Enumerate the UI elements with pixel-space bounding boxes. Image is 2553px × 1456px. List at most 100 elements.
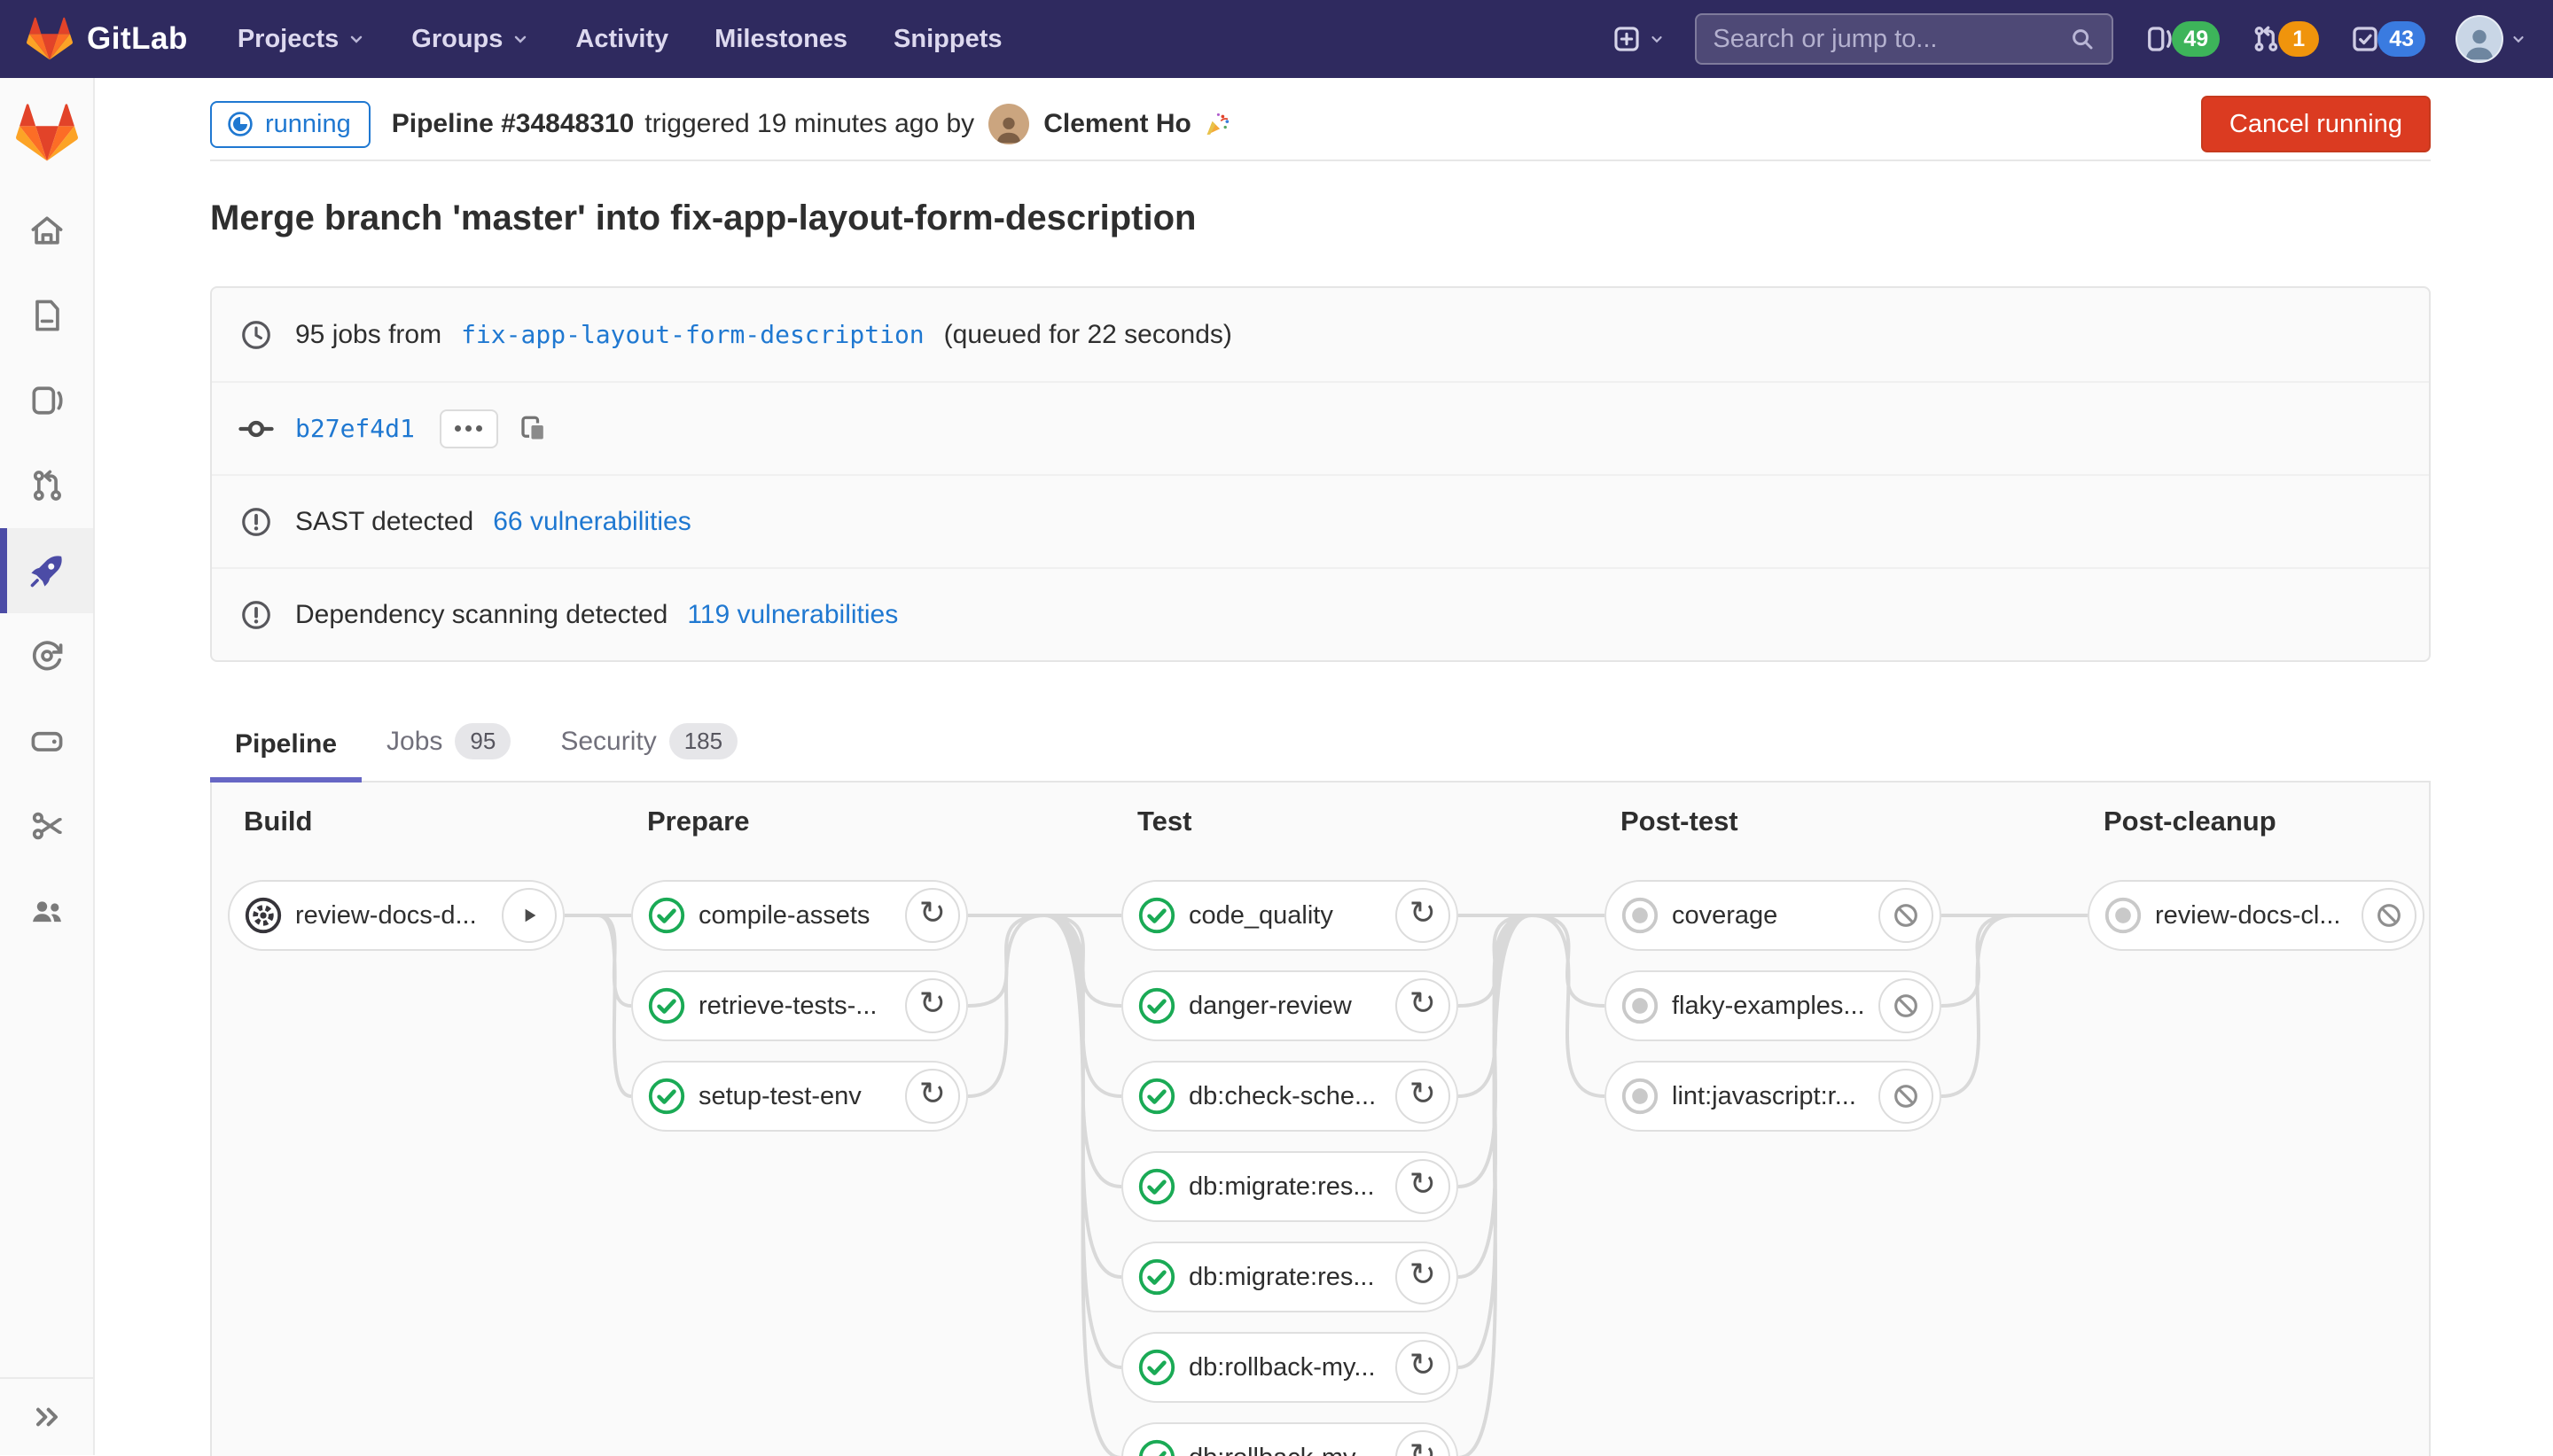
sidebar-item-snippets[interactable] xyxy=(0,783,93,868)
sidebar-item-merge-requests[interactable] xyxy=(0,443,93,528)
branch-link[interactable]: fix-app-layout-form-description xyxy=(461,320,925,349)
author-name[interactable]: Clement Ho xyxy=(1043,109,1191,139)
pipeline-job[interactable]: db:check-sche...↻ xyxy=(1121,1061,1458,1132)
pipeline-job[interactable]: compile-assets↻ xyxy=(631,880,968,951)
todo-check-icon xyxy=(2349,23,2381,55)
created-status-icon xyxy=(1620,895,1660,936)
sidebar-item-operations[interactable] xyxy=(0,613,93,698)
pipeline-job[interactable]: db:migrate:res...↻ xyxy=(1121,1242,1458,1312)
sast-vulnerabilities-link[interactable]: 66 vulnerabilities xyxy=(493,507,691,537)
pipeline-job[interactable]: lint:javascript:r... xyxy=(1604,1061,1941,1132)
page-title: Merge branch 'master' into fix-app-layou… xyxy=(210,199,2431,238)
cancel-icon xyxy=(2374,900,2404,930)
todos-counter[interactable]: 43 xyxy=(2349,21,2425,57)
tab-jobs[interactable]: Jobs 95 xyxy=(362,723,535,781)
retry-job-button[interactable]: ↻ xyxy=(1395,888,1450,943)
issues-counter[interactable]: 49 xyxy=(2143,21,2220,57)
author-avatar[interactable] xyxy=(988,104,1029,144)
pipeline-job[interactable]: db:rollback-my...↻ xyxy=(1121,1422,1458,1456)
pipeline-job[interactable]: danger-review↻ xyxy=(1121,970,1458,1041)
nav-item-activity[interactable]: Activity xyxy=(575,25,668,54)
sast-text: SAST detected xyxy=(295,507,473,537)
project-logo-icon xyxy=(16,102,78,164)
retry-job-button[interactable]: ↻ xyxy=(905,888,960,943)
pipeline-graph: Build review-docs-d... Prepare compile-asse… xyxy=(210,783,2431,1456)
job-name: review-docs-cl... xyxy=(2155,901,2350,930)
pipeline-job[interactable]: code_quality↻ xyxy=(1121,880,1458,951)
expand-commit-button[interactable] xyxy=(440,409,498,448)
retry-icon: ↻ xyxy=(1409,898,1436,930)
jobs-count-badge: 95 xyxy=(455,723,511,759)
pipeline-job[interactable]: setup-test-env↻ xyxy=(631,1061,968,1132)
nav-item-groups[interactable]: Groups xyxy=(411,25,529,54)
retry-job-button[interactable]: ↻ xyxy=(1395,978,1450,1033)
gitlab-brand[interactable]: GitLab xyxy=(27,16,188,62)
sidebar-item-registry[interactable] xyxy=(0,698,93,783)
retry-job-button[interactable]: ↻ xyxy=(1395,1069,1450,1124)
plus-square-icon xyxy=(1612,24,1642,54)
sidebar-item-ci-cd[interactable] xyxy=(0,528,93,613)
user-menu[interactable] xyxy=(2455,15,2526,63)
container-registry-icon xyxy=(27,721,66,760)
collapse-sidebar-button[interactable] xyxy=(0,1377,93,1455)
nav-item-projects[interactable]: Projects xyxy=(238,25,365,54)
pipeline-job[interactable]: db:rollback-my...↻ xyxy=(1121,1332,1458,1403)
manual-status-icon xyxy=(243,895,284,936)
tab-security[interactable]: Security 185 xyxy=(535,723,762,781)
retry-icon: ↻ xyxy=(919,898,946,930)
person-icon xyxy=(2460,22,2499,61)
cancel-icon xyxy=(1891,1081,1921,1111)
retry-icon: ↻ xyxy=(1409,988,1436,1020)
cancel-icon xyxy=(1891,991,1921,1021)
stage-header: Prepare xyxy=(647,806,749,837)
success-status-icon xyxy=(646,1076,687,1117)
nav-item-snippets[interactable]: Snippets xyxy=(894,25,1002,54)
commit-sha-link[interactable]: b27ef4d1 xyxy=(295,414,415,443)
search-box[interactable] xyxy=(1695,13,2113,65)
stage-header: Build xyxy=(244,806,313,837)
retry-job-button[interactable]: ↻ xyxy=(1395,1250,1450,1304)
retry-job-button[interactable]: ↻ xyxy=(1395,1340,1450,1395)
cancel-job-button[interactable] xyxy=(1878,978,1933,1033)
retry-job-button[interactable]: ↻ xyxy=(905,1069,960,1124)
new-menu-button[interactable] xyxy=(1612,24,1665,54)
retry-job-button[interactable]: ↻ xyxy=(1395,1159,1450,1214)
top-nav: GitLab Projects Groups Activity Mileston… xyxy=(0,0,2553,78)
nav-item-milestones[interactable]: Milestones xyxy=(714,25,847,54)
retry-job-button[interactable]: ↻ xyxy=(1395,1430,1450,1456)
success-status-icon xyxy=(1136,1347,1177,1388)
copy-commit-icon[interactable] xyxy=(518,413,550,445)
pipeline-job[interactable]: db:migrate:res...↻ xyxy=(1121,1151,1458,1222)
pipeline-job[interactable]: review-docs-d... xyxy=(228,880,565,951)
pipeline-job[interactable]: retrieve-tests-... ↻ xyxy=(631,970,968,1041)
search-input[interactable] xyxy=(1713,25,2069,54)
retry-icon: ↻ xyxy=(1409,1169,1436,1201)
commit-row: b27ef4d1 xyxy=(212,381,2429,474)
pipeline-job[interactable]: flaky-examples... xyxy=(1604,970,1941,1041)
dependency-scanning-row: Dependency scanning detected 119 vulnera… xyxy=(212,567,2429,660)
chevron-down-icon xyxy=(347,30,365,48)
retry-job-button[interactable]: ↻ xyxy=(905,978,960,1033)
sidebar-item-home[interactable] xyxy=(0,188,93,273)
file-icon xyxy=(27,296,66,335)
cancel-job-button[interactable] xyxy=(1878,1069,1933,1124)
sidebar-item-repository[interactable] xyxy=(0,273,93,358)
pipeline-job[interactable]: coverage xyxy=(1604,880,1941,951)
tab-pipeline[interactable]: Pipeline xyxy=(210,729,362,781)
sidebar-item-members[interactable] xyxy=(0,868,93,954)
sidebar-item-issues[interactable] xyxy=(0,358,93,443)
project-avatar[interactable] xyxy=(0,78,93,188)
job-name: retrieve-tests-... xyxy=(699,992,894,1021)
merge-requests-counter[interactable]: 1 xyxy=(2250,21,2319,57)
play-job-button[interactable] xyxy=(502,888,557,943)
cancel-job-button[interactable] xyxy=(2362,888,2416,943)
pipeline-summary-box: 95 jobs from fix-app-layout-form-descrip… xyxy=(210,286,2431,662)
cancel-job-button[interactable] xyxy=(1878,888,1933,943)
cancel-running-button[interactable]: Cancel running xyxy=(2201,96,2431,152)
pipeline-job[interactable]: review-docs-cl... xyxy=(2088,880,2424,951)
header-divider xyxy=(210,160,2431,161)
success-status-icon xyxy=(1136,1166,1177,1207)
dependency-vulnerabilities-link[interactable]: 119 vulnerabilities xyxy=(687,600,898,630)
pipeline-id: Pipeline #34848310 xyxy=(392,109,635,139)
pipeline-header: running Pipeline #34848310 triggered 19 … xyxy=(210,89,2431,160)
